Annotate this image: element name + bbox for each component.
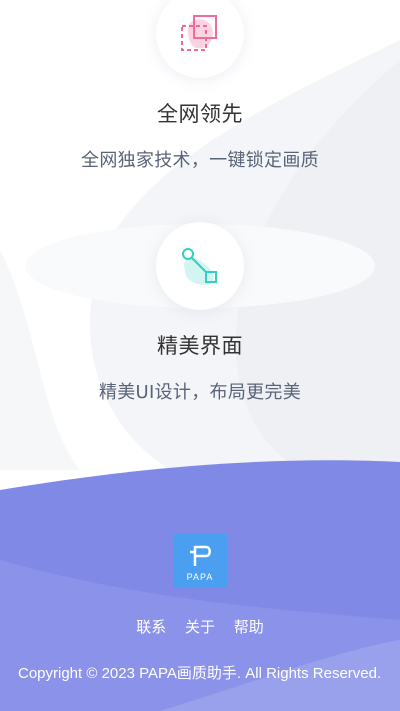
logo-text: PAPA (186, 572, 214, 582)
feature-title: 全网领先 (157, 102, 243, 126)
feature-title: 精美界面 (157, 334, 243, 358)
footer-link-about[interactable]: 关于 (185, 618, 215, 636)
footer-link-help[interactable]: 帮助 (234, 618, 264, 636)
node-connect-icon (182, 248, 217, 285)
footer-link-contact[interactable]: 联系 (136, 618, 166, 636)
feature-icon-circle (156, 222, 244, 310)
feature-card-ui: 精美界面 精美UI设计，布局更完美 (0, 222, 400, 404)
feature-icon-circle (156, 0, 244, 78)
select-region-icon (181, 15, 217, 51)
app-logo: PAPA (173, 534, 227, 588)
footer-links: 联系 关于 帮助 (0, 616, 400, 637)
feature-description: 全网独家技术，一键锁定画质 (81, 150, 319, 171)
copyright-text: Copyright © 2023 PAPA画质助手. All Rights Re… (18, 665, 382, 682)
feature-description: 精美UI设计，布局更完美 (98, 382, 302, 403)
feature-card-leading: 全网领先 全网独家技术，一键锁定画质 (0, 0, 400, 172)
footer: PAPA 联系 关于 帮助 Copyright © 2023 PAPA画质助手.… (0, 460, 400, 711)
